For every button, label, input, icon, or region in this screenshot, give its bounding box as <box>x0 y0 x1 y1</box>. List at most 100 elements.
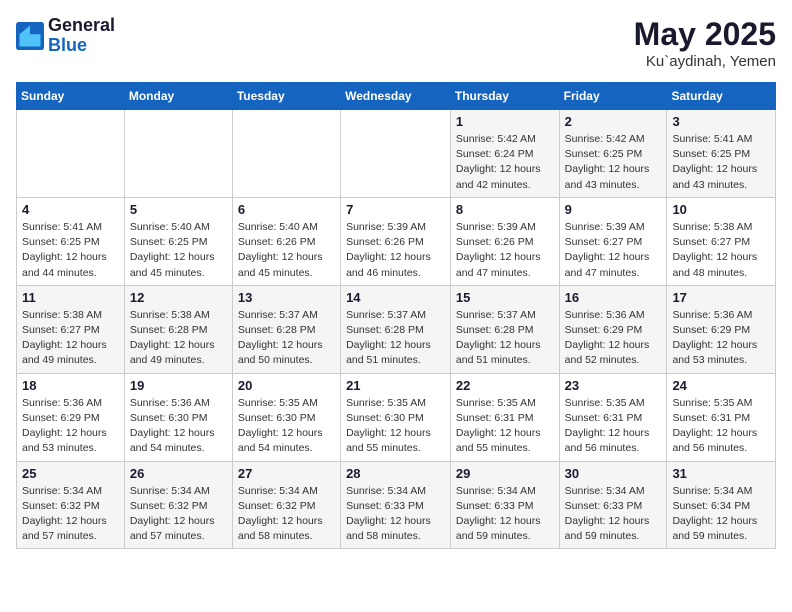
day-info: Sunrise: 5:38 AM Sunset: 6:27 PM Dayligh… <box>22 308 119 369</box>
day-number: 16 <box>565 290 662 305</box>
day-info: Sunrise: 5:40 AM Sunset: 6:26 PM Dayligh… <box>238 220 335 281</box>
day-info: Sunrise: 5:35 AM Sunset: 6:31 PM Dayligh… <box>456 396 554 457</box>
day-number: 13 <box>238 290 335 305</box>
calendar-cell: 12 Sunrise: 5:38 AM Sunset: 6:28 PM Dayli… <box>124 285 232 373</box>
day-number: 15 <box>456 290 554 305</box>
header-wednesday: Wednesday <box>341 83 451 110</box>
header-sunday: Sunday <box>17 83 125 110</box>
logo-line2: Blue <box>48 36 115 56</box>
calendar-cell: 13 Sunrise: 5:37 AM Sunset: 6:28 PM Dayli… <box>232 285 340 373</box>
day-info: Sunrise: 5:35 AM Sunset: 6:30 PM Dayligh… <box>238 396 335 457</box>
day-number: 2 <box>565 114 662 129</box>
calendar-cell: 8 Sunrise: 5:39 AM Sunset: 6:26 PM Daylig… <box>450 197 559 285</box>
day-info: Sunrise: 5:36 AM Sunset: 6:30 PM Dayligh… <box>130 396 227 457</box>
header-saturday: Saturday <box>667 83 776 110</box>
calendar-cell: 18 Sunrise: 5:36 AM Sunset: 6:29 PM Dayli… <box>17 373 125 461</box>
calendar-cell: 2 Sunrise: 5:42 AM Sunset: 6:25 PM Daylig… <box>559 110 667 198</box>
day-info: Sunrise: 5:42 AM Sunset: 6:25 PM Dayligh… <box>565 132 662 193</box>
day-info: Sunrise: 5:34 AM Sunset: 6:33 PM Dayligh… <box>346 484 445 545</box>
day-number: 14 <box>346 290 445 305</box>
calendar-cell: 25 Sunrise: 5:34 AM Sunset: 6:32 PM Dayli… <box>17 461 125 549</box>
calendar-cell: 23Sunrise: 5:35 AM Sunset: 6:31 PM Dayli… <box>559 373 667 461</box>
day-number: 30 <box>565 466 662 481</box>
day-info: Sunrise: 5:39 AM Sunset: 6:27 PM Dayligh… <box>565 220 662 281</box>
day-info: Sunrise: 5:37 AM Sunset: 6:28 PM Dayligh… <box>456 308 554 369</box>
logo-icon <box>16 22 44 50</box>
calendar-cell: 3 Sunrise: 5:41 AM Sunset: 6:25 PM Daylig… <box>667 110 776 198</box>
day-number: 18 <box>22 378 119 393</box>
day-info: Sunrise: 5:34 AM Sunset: 6:32 PM Dayligh… <box>238 484 335 545</box>
calendar-cell: 17 Sunrise: 5:36 AM Sunset: 6:29 PM Dayli… <box>667 285 776 373</box>
calendar-cell: 5Sunrise: 5:40 AM Sunset: 6:25 PM Daylig… <box>124 197 232 285</box>
day-info: Sunrise: 5:38 AM Sunset: 6:27 PM Dayligh… <box>672 220 770 281</box>
title-block: May 2025 Ku`aydinah, Yemen <box>634 16 776 70</box>
calendar-cell <box>17 110 125 198</box>
week-row-2: 4 Sunrise: 5:41 AM Sunset: 6:25 PM Daylig… <box>17 197 776 285</box>
logo: General Blue <box>16 16 115 56</box>
calendar-header-row: SundayMondayTuesdayWednesdayThursdayFrid… <box>17 83 776 110</box>
day-number: 11 <box>22 290 119 305</box>
header-monday: Monday <box>124 83 232 110</box>
day-number: 29 <box>456 466 554 481</box>
day-info: Sunrise: 5:35 AM Sunset: 6:30 PM Dayligh… <box>346 396 445 457</box>
calendar-cell: 19Sunrise: 5:36 AM Sunset: 6:30 PM Dayli… <box>124 373 232 461</box>
day-info: Sunrise: 5:34 AM Sunset: 6:34 PM Dayligh… <box>672 484 770 545</box>
calendar-cell: 30 Sunrise: 5:34 AM Sunset: 6:33 PM Dayli… <box>559 461 667 549</box>
week-row-4: 18 Sunrise: 5:36 AM Sunset: 6:29 PM Dayli… <box>17 373 776 461</box>
calendar-cell: 16 Sunrise: 5:36 AM Sunset: 6:29 PM Dayli… <box>559 285 667 373</box>
day-number: 27 <box>238 466 335 481</box>
day-number: 10 <box>672 202 770 217</box>
calendar-cell <box>232 110 340 198</box>
day-number: 21 <box>346 378 445 393</box>
day-info: Sunrise: 5:36 AM Sunset: 6:29 PM Dayligh… <box>22 396 119 457</box>
day-info: Sunrise: 5:36 AM Sunset: 6:29 PM Dayligh… <box>672 308 770 369</box>
day-info: Sunrise: 5:34 AM Sunset: 6:33 PM Dayligh… <box>565 484 662 545</box>
calendar-cell: 7 Sunrise: 5:39 AM Sunset: 6:26 PM Daylig… <box>341 197 451 285</box>
header-thursday: Thursday <box>450 83 559 110</box>
day-info: Sunrise: 5:37 AM Sunset: 6:28 PM Dayligh… <box>238 308 335 369</box>
calendar-cell: 15 Sunrise: 5:37 AM Sunset: 6:28 PM Dayli… <box>450 285 559 373</box>
header-tuesday: Tuesday <box>232 83 340 110</box>
day-info: Sunrise: 5:36 AM Sunset: 6:29 PM Dayligh… <box>565 308 662 369</box>
day-info: Sunrise: 5:39 AM Sunset: 6:26 PM Dayligh… <box>346 220 445 281</box>
day-info: Sunrise: 5:34 AM Sunset: 6:33 PM Dayligh… <box>456 484 554 545</box>
month-title: May 2025 <box>634 16 776 53</box>
day-info: Sunrise: 5:42 AM Sunset: 6:24 PM Dayligh… <box>456 132 554 193</box>
calendar-cell: 9 Sunrise: 5:39 AM Sunset: 6:27 PM Daylig… <box>559 197 667 285</box>
calendar-cell: 27 Sunrise: 5:34 AM Sunset: 6:32 PM Dayli… <box>232 461 340 549</box>
day-info: Sunrise: 5:41 AM Sunset: 6:25 PM Dayligh… <box>22 220 119 281</box>
calendar-cell <box>341 110 451 198</box>
calendar-cell: 26 Sunrise: 5:34 AM Sunset: 6:32 PM Dayli… <box>124 461 232 549</box>
calendar-cell: 10 Sunrise: 5:38 AM Sunset: 6:27 PM Dayli… <box>667 197 776 285</box>
day-number: 6 <box>238 202 335 217</box>
header-friday: Friday <box>559 83 667 110</box>
day-number: 24 <box>672 378 770 393</box>
day-number: 28 <box>346 466 445 481</box>
location: Ku`aydinah, Yemen <box>634 53 776 70</box>
day-number: 8 <box>456 202 554 217</box>
day-number: 7 <box>346 202 445 217</box>
calendar-cell: 21 Sunrise: 5:35 AM Sunset: 6:30 PM Dayli… <box>341 373 451 461</box>
day-number: 25 <box>22 466 119 481</box>
week-row-1: 1Sunrise: 5:42 AM Sunset: 6:24 PM Daylig… <box>17 110 776 198</box>
day-number: 12 <box>130 290 227 305</box>
day-number: 31 <box>672 466 770 481</box>
day-number: 3 <box>672 114 770 129</box>
day-number: 4 <box>22 202 119 217</box>
day-number: 17 <box>672 290 770 305</box>
week-row-5: 25 Sunrise: 5:34 AM Sunset: 6:32 PM Dayli… <box>17 461 776 549</box>
day-info: Sunrise: 5:41 AM Sunset: 6:25 PM Dayligh… <box>672 132 770 193</box>
week-row-3: 11 Sunrise: 5:38 AM Sunset: 6:27 PM Dayli… <box>17 285 776 373</box>
day-info: Sunrise: 5:38 AM Sunset: 6:28 PM Dayligh… <box>130 308 227 369</box>
calendar-cell: 29 Sunrise: 5:34 AM Sunset: 6:33 PM Dayli… <box>450 461 559 549</box>
day-info: Sunrise: 5:34 AM Sunset: 6:32 PM Dayligh… <box>130 484 227 545</box>
day-info: Sunrise: 5:34 AM Sunset: 6:32 PM Dayligh… <box>22 484 119 545</box>
calendar-cell: 14Sunrise: 5:37 AM Sunset: 6:28 PM Dayli… <box>341 285 451 373</box>
day-number: 20 <box>238 378 335 393</box>
calendar-cell: 4 Sunrise: 5:41 AM Sunset: 6:25 PM Daylig… <box>17 197 125 285</box>
day-number: 9 <box>565 202 662 217</box>
day-number: 26 <box>130 466 227 481</box>
day-info: Sunrise: 5:39 AM Sunset: 6:26 PM Dayligh… <box>456 220 554 281</box>
logo-line1: General <box>48 16 115 36</box>
calendar-table: SundayMondayTuesdayWednesdayThursdayFrid… <box>16 82 776 549</box>
